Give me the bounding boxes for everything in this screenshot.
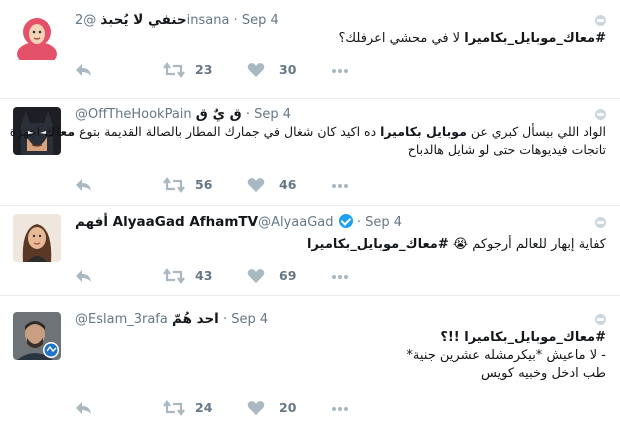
tweet-header: أفهم AlyaaGad AfhamTV@AlyaaGad · Sep 4 [75, 213, 590, 231]
tweet-date[interactable]: Sep 4 [254, 107, 291, 122]
tweet-text: #معاك_موبايل_بكاميرا !!؟ - لا ماعيش *بيك… [75, 329, 606, 383]
tweet-actions: 23 30 [75, 60, 375, 80]
tweet-body: اجهزة [9, 124, 45, 139]
tweet-text-line: - لا ماعيش *بيكرمشله عشرين جنية* [406, 348, 606, 363]
avatar[interactable] [13, 312, 61, 360]
tweet-feed: حنفي لا يُحبذ @2insana · Sep 4 #معاك_موب… [0, 0, 620, 428]
tweet-header: حنفي لا يُحبذ @2insana · Sep 4 [75, 11, 590, 29]
keyword: موبايل بكاميرا [380, 124, 467, 139]
reply-icon [76, 270, 91, 282]
avatar[interactable] [13, 12, 61, 60]
screenname[interactable]: @OffTheHookPain [75, 107, 192, 122]
hashtag-link[interactable]: #معاك_موبايل_بكاميرا [307, 237, 449, 252]
fullname[interactable]: أفهم AlyaaGad AfhamTV [75, 214, 258, 230]
like-count: 46 [279, 177, 297, 192]
screenname[interactable]: @Eslam_3rafa [75, 312, 168, 327]
retweet-icon [163, 268, 185, 284]
retweet-count: 56 [195, 177, 213, 192]
fullname[interactable]: حنفي لا يُحبذ [100, 12, 186, 28]
like-count: 30 [279, 62, 297, 77]
tweet-text-line: تاتجات فيديوهات حتى لو شايل هالدباح [407, 142, 606, 157]
hashtag-link[interactable]: #معاك_موبايل_بكاميرا !!؟ [75, 329, 606, 347]
more-icon [332, 407, 348, 411]
tweet-text: كفاية إبهار للعالم أرجوكم 😭 #معاك_موبايل… [75, 236, 606, 254]
tweet-header: @OffTheHookPain ق يٌ ق · Sep 4 [75, 105, 590, 123]
tweet-text: #معاك_موبايل_بكاميرا لا في محشي اعرفلك؟ [75, 30, 606, 48]
globe-icon [595, 15, 606, 26]
tweet-header: @Eslam_3rafa احد هُمّ · Sep 4 [75, 310, 590, 328]
keyword: معاك [44, 124, 76, 139]
tweet-date[interactable]: Sep 4 [231, 312, 268, 327]
reply-icon [76, 64, 91, 76]
tweet-body: كفاية إبهار للعالم أرجوكم [468, 237, 606, 252]
crying-emoji: 😭 [452, 237, 469, 252]
heart-icon [247, 178, 265, 192]
tweet-actions: 56 46 [75, 175, 375, 195]
retweet-icon [163, 400, 185, 416]
retweet-icon [163, 62, 185, 78]
tweet-actions: 43 69 [75, 266, 375, 286]
tweet[interactable]: @OffTheHookPain ق يٌ ق · Sep 4 الواد الل… [0, 99, 620, 206]
reply-icon [76, 179, 91, 191]
separator: · [233, 13, 238, 28]
separator: · [245, 107, 250, 122]
tweet-text-line: طب ادخل وخبيه كويس [480, 366, 606, 381]
fullname[interactable]: احد هُمّ [172, 311, 219, 327]
retweet-count: 24 [195, 400, 213, 415]
heart-icon [247, 63, 265, 77]
tweet[interactable]: @Eslam_3rafa احد هُمّ · Sep 4 #معاك_موبا… [0, 296, 620, 428]
tweet-body: ده اكيد كان شغال في جمارك المطار بالصالة… [75, 124, 381, 139]
tweet[interactable]: أفهم AlyaaGad AfhamTV@AlyaaGad · Sep 4 ك… [0, 206, 620, 296]
retweet-count: 23 [195, 62, 213, 77]
heart-icon [247, 401, 265, 415]
more-icon [332, 69, 348, 73]
fullname[interactable]: ق يٌ ق [196, 106, 242, 122]
verified-badge-icon [338, 214, 353, 228]
tweet-text: الواد اللي بيسأل كبري عن موبايل بكاميرا … [10, 123, 606, 159]
heart-icon [247, 269, 265, 283]
like-count: 20 [279, 400, 297, 415]
retweet-count: 43 [195, 268, 213, 283]
more-icon [332, 184, 348, 188]
separator: · [356, 215, 361, 230]
globe-icon [595, 314, 606, 325]
more-icon [332, 275, 348, 279]
retweet-icon [163, 177, 185, 193]
hashtag-link[interactable]: #معاك_موبايل_بكاميرا [464, 31, 606, 46]
tweet-date[interactable]: Sep 4 [242, 13, 279, 28]
screenname[interactable]: @AlyaaGad [258, 215, 333, 230]
tweet[interactable]: حنفي لا يُحبذ @2insana · Sep 4 #معاك_موب… [0, 0, 620, 99]
globe-icon [595, 217, 606, 228]
tweet-body: لا في محشي اعرفلك؟ [338, 31, 461, 46]
globe-icon [595, 109, 606, 120]
tweet-actions: 24 20 [75, 398, 375, 418]
avatar[interactable] [13, 214, 61, 262]
like-count: 69 [279, 268, 297, 283]
reply-icon [76, 402, 91, 414]
separator: · [222, 312, 228, 327]
tweet-date[interactable]: Sep 4 [365, 215, 402, 230]
tweet-text-line: الواد اللي بيسأل كبري عن موبايل بكاميرا … [10, 123, 606, 141]
tweet-body: الواد اللي بيسأل كبري عن [466, 124, 606, 139]
